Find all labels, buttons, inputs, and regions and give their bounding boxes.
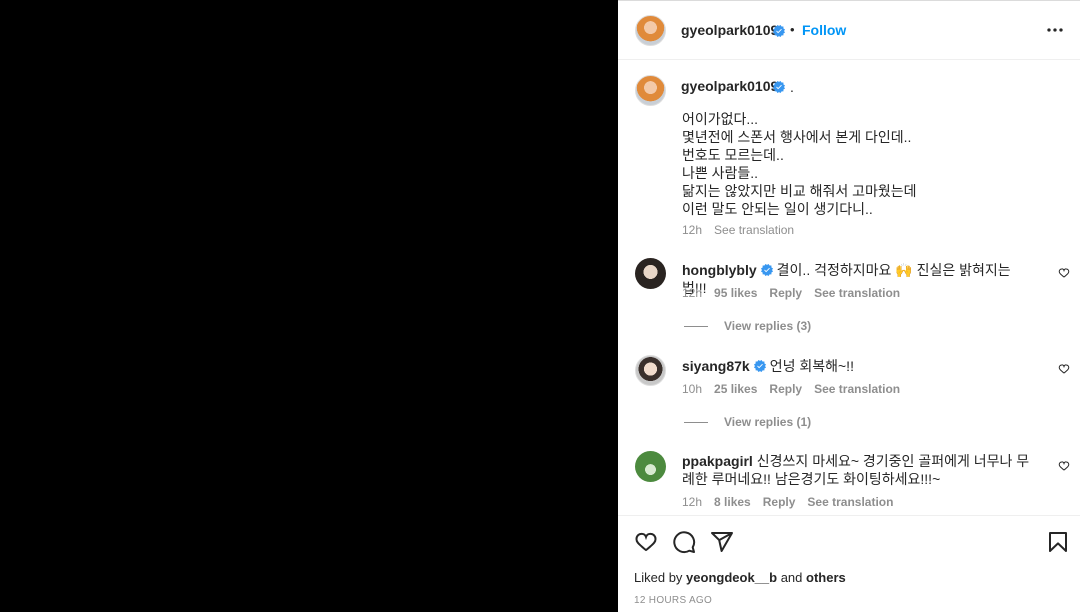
post-panel: gyeolpark0109 • Follow gyeolpark0109 . 어… xyxy=(618,0,1080,612)
heart-icon[interactable] xyxy=(634,530,658,554)
comment-avatar[interactable] xyxy=(635,451,666,482)
comment-time: 10h xyxy=(682,382,703,396)
comment-time: 12h xyxy=(682,286,703,300)
verified-badge-icon xyxy=(753,360,766,372)
comment-time: 12h xyxy=(682,495,703,509)
post-timestamp: 12 HOURS AGO xyxy=(634,595,713,606)
verified-badge-icon xyxy=(773,25,785,37)
comment-text: ppakpagirl 신경쓰지 마세요~ 경기중인 골퍼에게 너무나 무례한 루머… xyxy=(682,452,1038,488)
comment-body: 언넝 회복해~!! xyxy=(769,358,854,374)
see-translation-link[interactable]: See translation xyxy=(814,286,900,300)
comment-likes[interactable]: 95 likes xyxy=(714,286,757,300)
heart-icon[interactable] xyxy=(1058,460,1070,472)
view-replies-button[interactable]: View replies (1) xyxy=(684,415,811,429)
post-actions: Liked by yeongdeok__b and others 12 HOUR… xyxy=(618,515,1080,612)
comment-text: siyang87k 언넝 회복해~!! xyxy=(682,357,1022,375)
caption-username[interactable]: gyeolpark0109 xyxy=(681,78,778,94)
comment-meta: 10h 25 likes Reply See translation xyxy=(682,382,912,396)
caption-avatar[interactable] xyxy=(635,75,666,106)
liked-prefix: Liked by xyxy=(634,570,683,585)
author-avatar[interactable] xyxy=(635,15,666,46)
bookmark-icon[interactable] xyxy=(1046,530,1070,554)
caption-suffix: . xyxy=(790,79,794,95)
heart-icon[interactable] xyxy=(1058,363,1070,375)
caption-meta: 12h See translation xyxy=(682,223,806,237)
liked-and: and xyxy=(780,570,803,585)
reply-button[interactable]: Reply xyxy=(769,286,802,300)
liked-user[interactable]: yeongdeok__b xyxy=(686,570,777,585)
see-translation-link[interactable]: See translation xyxy=(807,495,893,509)
comment-likes[interactable]: 25 likes xyxy=(714,382,757,396)
caption-time: 12h xyxy=(682,223,703,237)
comment-icon[interactable] xyxy=(672,530,696,554)
post-media[interactable] xyxy=(0,0,618,612)
view-replies-label: View replies (3) xyxy=(724,319,812,333)
verified-badge-icon xyxy=(760,264,773,276)
share-icon[interactable] xyxy=(710,530,734,554)
comment-username[interactable]: siyang87k xyxy=(682,358,750,374)
reply-button[interactable]: Reply xyxy=(769,382,802,396)
comment-username[interactable]: ppakpagirl xyxy=(682,453,753,469)
replies-line xyxy=(684,422,708,424)
replies-line xyxy=(684,326,708,328)
comment-meta: 12h 8 likes Reply See translation xyxy=(682,495,905,509)
liked-others[interactable]: others xyxy=(806,570,846,585)
comment-avatar[interactable] xyxy=(635,355,666,386)
heart-icon[interactable] xyxy=(1058,267,1070,279)
reply-button[interactable]: Reply xyxy=(763,495,796,509)
verified-badge-icon xyxy=(773,81,785,93)
comment-likes[interactable]: 8 likes xyxy=(714,495,751,509)
author-username[interactable]: gyeolpark0109 xyxy=(681,22,778,38)
liked-by: Liked by yeongdeok__b and others xyxy=(634,570,846,585)
more-options-icon[interactable] xyxy=(1046,23,1064,37)
caption-text: 어이가없다... 몇년전에 스폰서 행사에서 본게 다인데.. 번호도 모르는데… xyxy=(682,111,917,217)
view-replies-label: View replies (1) xyxy=(724,415,812,429)
comment-username[interactable]: hongblybly xyxy=(682,262,757,278)
comment-meta: 12h 95 likes Reply See translation xyxy=(682,286,912,300)
see-translation-link[interactable]: See translation xyxy=(814,382,900,396)
comment-avatar[interactable] xyxy=(635,258,666,289)
see-translation-link[interactable]: See translation xyxy=(714,223,794,237)
follow-button[interactable]: Follow xyxy=(802,22,846,38)
separator-dot: • xyxy=(790,22,795,37)
view-replies-button[interactable]: View replies (3) xyxy=(684,319,811,333)
post-header: gyeolpark0109 • Follow xyxy=(618,1,1080,60)
